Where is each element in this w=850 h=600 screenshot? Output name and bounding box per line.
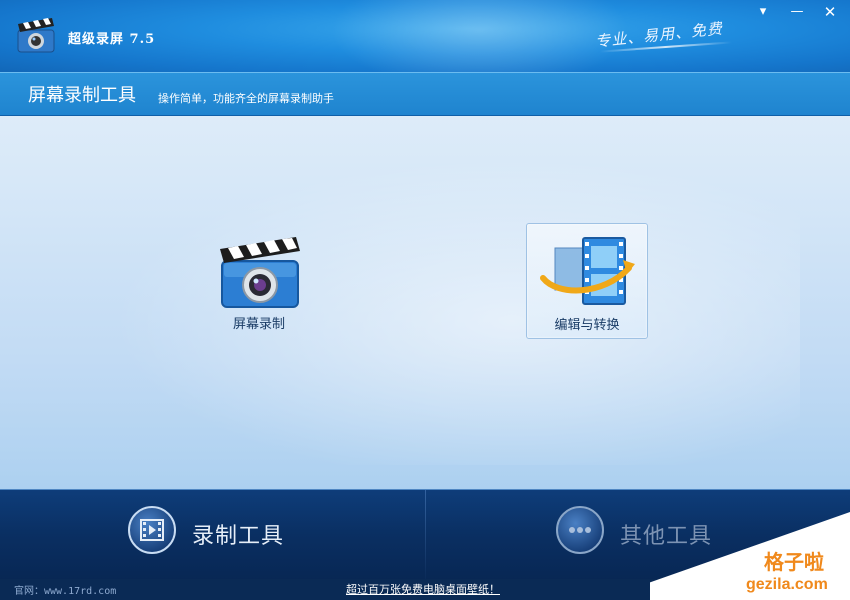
edit-convert-button[interactable]: 编辑与转换 xyxy=(526,223,648,339)
app-window: 超级录屏 7.5 专业、易用、免费 ▾ — ✕ 屏幕录制工具 操作简单，功能齐全… xyxy=(0,0,850,600)
watermark: 格子啦 gezila.com xyxy=(650,512,850,600)
edit-convert-label: 编辑与转换 xyxy=(554,318,620,333)
app-title: 超级录屏 7.5 xyxy=(68,32,156,47)
more-icon xyxy=(556,506,604,554)
title-bar[interactable]: 超级录屏 7.5 专业、易用、免费 ▾ — ✕ xyxy=(0,0,850,90)
toolbar-divider xyxy=(425,490,426,580)
film-convert-icon xyxy=(540,237,635,305)
header-bar: 屏幕录制工具 操作简单，功能齐全的屏幕录制助手 xyxy=(0,72,850,116)
screen-record-button[interactable]: 屏幕录制 xyxy=(214,235,304,345)
clapperboard-camera-icon xyxy=(220,237,300,308)
menu-button[interactable]: ▾ xyxy=(750,2,776,22)
film-icon xyxy=(128,506,176,554)
wallpaper-promo-link[interactable]: 超过百万张免费电脑桌面壁纸！ xyxy=(346,581,500,597)
official-site-text: 官网：www.17rd.com xyxy=(14,586,117,597)
main-content: 屏幕录制 编辑与转换 xyxy=(0,115,850,489)
clapperboard-app-icon xyxy=(17,18,55,53)
tab-record-tools-label: 录制工具 xyxy=(192,524,285,549)
minimize-button[interactable]: — xyxy=(784,2,810,22)
watermark-title: 格子啦 xyxy=(764,550,824,574)
page-description: 操作简单，功能齐全的屏幕录制助手 xyxy=(158,92,334,105)
screen-record-label: 屏幕录制 xyxy=(232,317,285,332)
close-button[interactable]: ✕ xyxy=(817,2,843,22)
tab-record-tools[interactable]: 录制工具 xyxy=(128,504,308,560)
page-title: 屏幕录制工具 xyxy=(28,85,136,106)
watermark-url: gezila.com xyxy=(746,576,828,593)
